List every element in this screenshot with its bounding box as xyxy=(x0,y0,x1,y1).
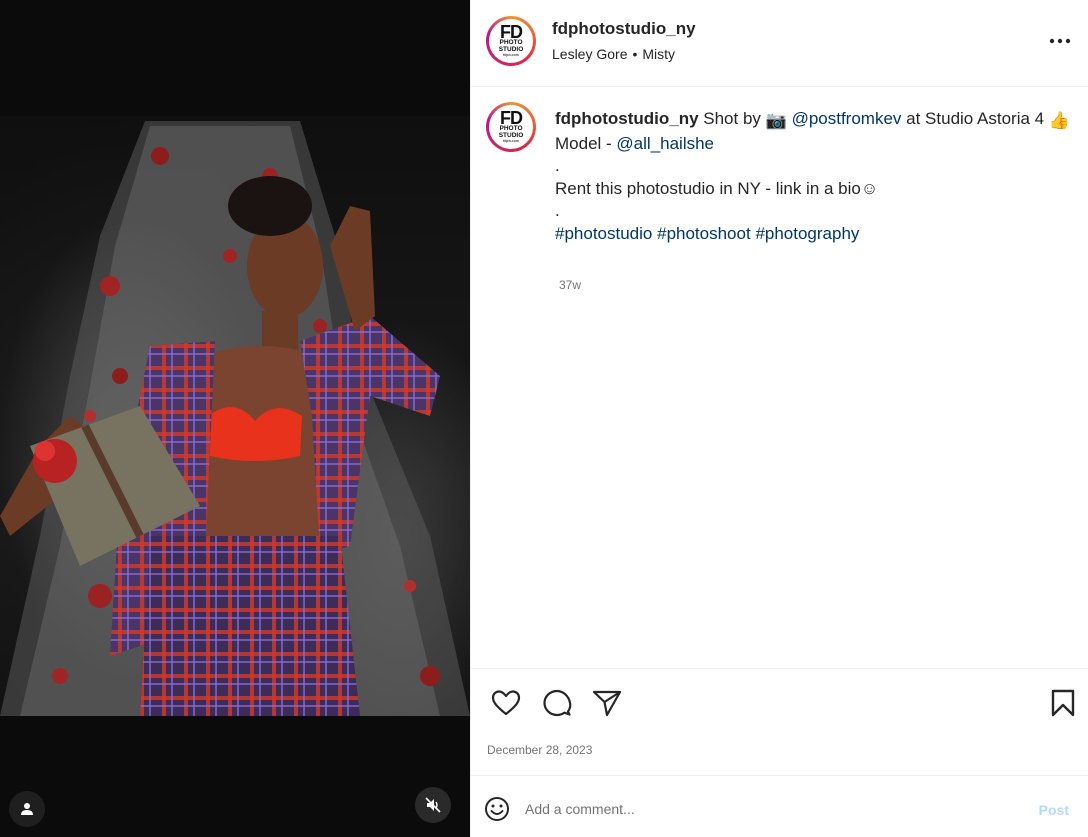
header-username-link[interactable]: fdphotostudio_ny xyxy=(552,19,696,39)
caption-dot-2: . xyxy=(555,201,560,220)
caption-username-link[interactable]: fdphotostudio_ny xyxy=(555,109,699,128)
post-comment-button[interactable]: Post xyxy=(1039,802,1069,818)
audio-artist: Lesley Gore xyxy=(552,46,628,62)
caption-avatar[interactable]: FD PHOTO STUDIO fdph.com xyxy=(486,102,536,152)
audio-track: Misty xyxy=(642,46,676,62)
bookmark-icon xyxy=(1051,689,1075,717)
like-button[interactable] xyxy=(489,686,523,720)
fd-photostudio-logo: FD PHOTO STUDIO fdph.com xyxy=(489,105,533,149)
speaker-muted-icon xyxy=(425,797,441,813)
caption-shot-by: Shot by xyxy=(703,109,761,128)
camera-emoji: 📷 xyxy=(765,111,787,130)
more-horizontal-icon xyxy=(1049,38,1071,44)
hashtag-link[interactable]: #photostudio xyxy=(555,224,652,243)
more-options-button[interactable] xyxy=(1047,28,1073,54)
avatar[interactable]: FD PHOTO STUDIO fdph.com xyxy=(486,16,536,66)
comment-composer: Post xyxy=(471,777,1088,837)
heart-icon xyxy=(491,690,521,716)
caption-hashtags: #photostudio #photoshoot #photography xyxy=(555,223,1075,246)
paper-plane-icon xyxy=(592,690,622,717)
thumbs-up-emoji: 👍 xyxy=(1048,111,1071,130)
comment-button[interactable] xyxy=(540,686,574,720)
person-icon xyxy=(21,803,33,815)
photographer-mention-link[interactable]: @postfromkev xyxy=(792,109,902,128)
caption-dot-1: . xyxy=(555,156,560,175)
emoji-picker-button[interactable] xyxy=(484,796,510,822)
user-tags-button[interactable] xyxy=(9,791,45,827)
post-details-panel: FD PHOTO STUDIO fdph.com fdphotostudio_n… xyxy=(470,0,1088,837)
fd-photostudio-logo: FD PHOTO STUDIO fdph.com xyxy=(489,19,533,63)
caption-text: fdphotostudio_ny Shot by 📷 @postfromkev … xyxy=(555,108,1075,245)
caption-rent-text: Rent this photostudio in NY - link in a … xyxy=(555,178,879,198)
model-mention-link[interactable]: @all_hailshe xyxy=(616,134,714,153)
post-media[interactable] xyxy=(0,0,470,837)
mute-toggle-button[interactable] xyxy=(415,787,451,823)
caption-time-ago[interactable]: 37w xyxy=(559,278,581,292)
comment-input[interactable] xyxy=(525,797,995,821)
save-button[interactable] xyxy=(1046,686,1080,720)
smiley-icon xyxy=(485,797,509,821)
audio-attribution-link[interactable]: Lesley Gore • Misty xyxy=(552,46,675,62)
post-photo[interactable] xyxy=(0,116,470,716)
hashtag-link[interactable]: #photography xyxy=(755,224,859,243)
post-actions: December 28, 2023 xyxy=(471,668,1088,776)
audio-separator: • xyxy=(632,46,638,62)
caption-line-model: Model - @all_hailshe xyxy=(555,133,1075,156)
hashtag-link[interactable]: #photoshoot xyxy=(657,224,751,243)
post-date[interactable]: December 28, 2023 xyxy=(487,743,592,757)
share-button[interactable] xyxy=(590,686,624,720)
photo-illustration xyxy=(0,121,470,716)
caption-location: at Studio Astoria 4 xyxy=(906,109,1045,128)
comment-icon xyxy=(543,689,572,717)
post-header: FD PHOTO STUDIO fdph.com fdphotostudio_n… xyxy=(471,0,1088,87)
caption-line-1: fdphotostudio_ny Shot by 📷 @postfromkev … xyxy=(555,108,1075,133)
caption-section: FD PHOTO STUDIO fdph.com fdphotostudio_n… xyxy=(471,88,1088,668)
model-label: Model - xyxy=(555,133,612,153)
